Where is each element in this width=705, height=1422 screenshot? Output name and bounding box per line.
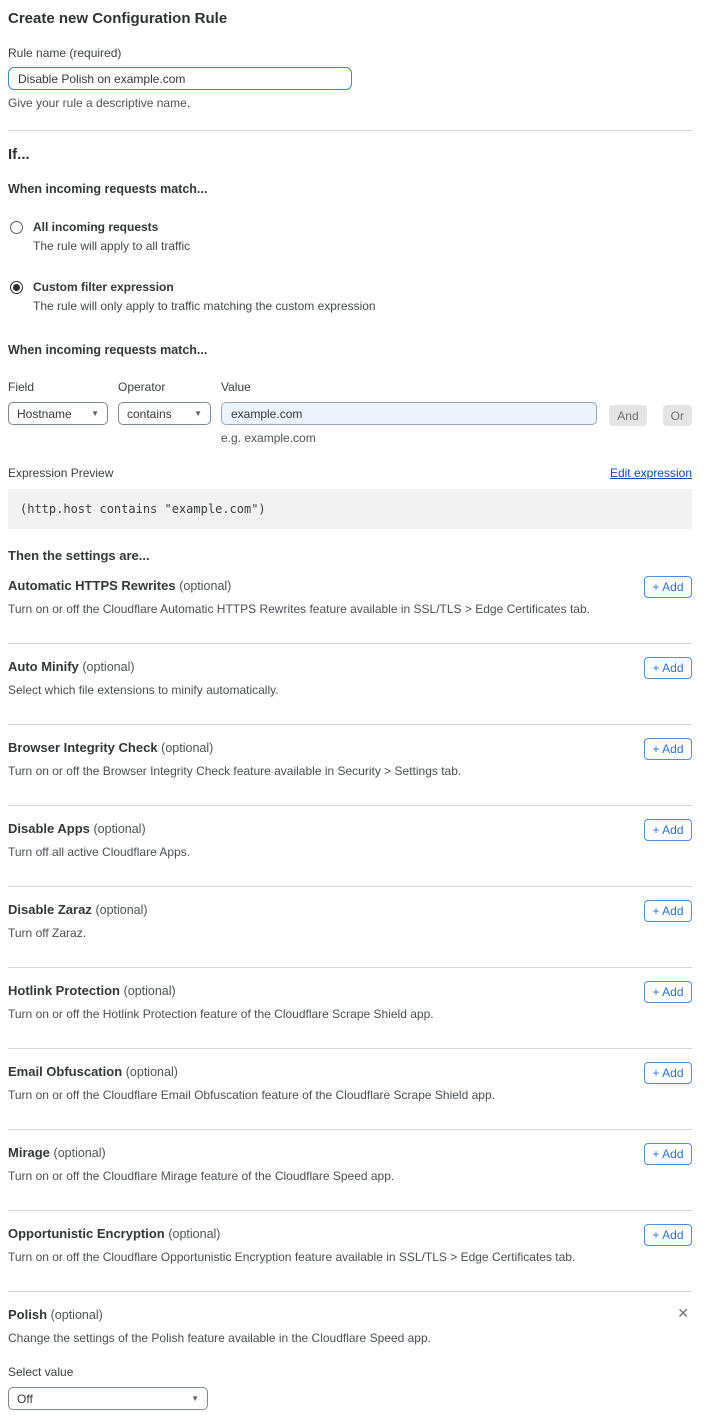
field-select[interactable]: Hostname ▼ (8, 402, 108, 425)
setting-description: Select which file extensions to minify a… (8, 683, 608, 697)
page-title: Create new Configuration Rule (8, 10, 692, 27)
setting-row-polish: Polish (optional) Change the settings of… (8, 1292, 692, 1410)
setting-description: Turn on or off the Cloudflare Opportunis… (8, 1250, 608, 1264)
setting-row-opportunistic-encryption: Opportunistic Encryption (optional) Turn… (8, 1211, 692, 1292)
setting-optional: (optional) (179, 579, 231, 593)
setting-name: Hotlink Protection (8, 983, 120, 998)
and-button[interactable]: And (609, 405, 646, 426)
add-button[interactable]: + Add (644, 738, 692, 760)
value-label: Value (221, 380, 597, 394)
setting-optional: (optional) (95, 903, 147, 917)
setting-row-disable-zaraz: Disable Zaraz (optional) Turn off Zaraz.… (8, 887, 692, 968)
setting-name: Automatic HTTPS Rewrites (8, 578, 176, 593)
polish-select-label: Select value (8, 1365, 692, 1379)
chevron-down-icon: ▼ (91, 409, 99, 418)
polish-value-select[interactable]: Off ▼ (8, 1387, 208, 1410)
rule-name-label: Rule name (required) (8, 46, 692, 60)
setting-name: Browser Integrity Check (8, 740, 158, 755)
radio-label: All incoming requests (33, 220, 190, 234)
builder-heading: When incoming requests match... (8, 343, 692, 357)
setting-description: Turn off all active Cloudflare Apps. (8, 845, 608, 859)
field-select-value: Hostname (17, 407, 72, 421)
radio-all-incoming-text: All incoming requests The rule will appl… (33, 220, 190, 253)
operator-select[interactable]: contains ▼ (118, 402, 211, 425)
radio-label: Custom filter expression (33, 280, 376, 294)
add-button[interactable]: + Add (644, 657, 692, 679)
setting-name: Disable Apps (8, 821, 90, 836)
chevron-down-icon: ▼ (194, 409, 202, 418)
rule-name-helper: Give your rule a descriptive name. (8, 96, 692, 110)
setting-name: Polish (8, 1307, 47, 1322)
setting-name: Opportunistic Encryption (8, 1226, 165, 1241)
setting-name: Auto Minify (8, 659, 79, 674)
rule-name-section: Rule name (required) Give your rule a de… (8, 46, 692, 110)
setting-optional: (optional) (126, 1065, 178, 1079)
radio-unchecked-icon[interactable] (10, 221, 23, 234)
setting-row-browser-integrity-check: Browser Integrity Check (optional) Turn … (8, 725, 692, 806)
radio-custom-filter[interactable]: Custom filter expression The rule will o… (8, 280, 692, 313)
match-heading: When incoming requests match... (8, 182, 692, 196)
radio-description: The rule will only apply to traffic matc… (33, 299, 376, 313)
chevron-down-icon: ▼ (191, 1394, 199, 1403)
polish-select-value: Off (17, 1392, 33, 1406)
setting-optional: (optional) (51, 1308, 103, 1322)
expression-builder-row: Field Hostname ▼ Operator contains ▼ Val… (8, 380, 692, 445)
setting-description: Turn on or off the Cloudflare Mirage fea… (8, 1169, 608, 1183)
field-label: Field (8, 380, 108, 394)
radio-checked-icon[interactable] (10, 281, 23, 294)
add-button[interactable]: + Add (644, 819, 692, 841)
operator-label: Operator (118, 380, 211, 394)
operator-column: Operator contains ▼ (118, 380, 211, 425)
value-column: Value e.g. example.com (221, 380, 597, 445)
setting-row-automatic-https-rewrites: Automatic HTTPS Rewrites (optional) Turn… (8, 563, 692, 644)
radio-custom-filter-text: Custom filter expression The rule will o… (33, 280, 376, 313)
setting-description: Change the settings of the Polish featur… (8, 1331, 608, 1345)
operator-select-value: contains (127, 407, 172, 421)
setting-optional: (optional) (124, 984, 176, 998)
setting-description: Turn on or off the Browser Integrity Che… (8, 764, 608, 778)
and-or-buttons: And Or (609, 405, 692, 426)
expression-preview-header: Expression Preview Edit expression (8, 466, 692, 480)
setting-row-hotlink-protection: Hotlink Protection (optional) Turn on or… (8, 968, 692, 1049)
setting-optional: (optional) (168, 1227, 220, 1241)
add-button[interactable]: + Add (644, 900, 692, 922)
or-button[interactable]: Or (663, 405, 692, 426)
setting-description: Turn off Zaraz. (8, 926, 608, 940)
setting-description: Turn on or off the Cloudflare Automatic … (8, 602, 608, 616)
add-button[interactable]: + Add (644, 981, 692, 1003)
setting-optional: (optional) (82, 660, 134, 674)
radio-all-incoming[interactable]: All incoming requests The rule will appl… (8, 220, 692, 253)
setting-optional: (optional) (161, 741, 213, 755)
if-heading: If... (8, 146, 692, 163)
setting-row-disable-apps: Disable Apps (optional) Turn off all act… (8, 806, 692, 887)
setting-row-auto-minify: Auto Minify (optional) Select which file… (8, 644, 692, 725)
setting-optional: (optional) (54, 1146, 106, 1160)
setting-row-email-obfuscation: Email Obfuscation (optional) Turn on or … (8, 1049, 692, 1130)
setting-description: Turn on or off the Hotlink Protection fe… (8, 1007, 608, 1021)
setting-description: Turn on or off the Cloudflare Email Obfu… (8, 1088, 608, 1102)
setting-optional: (optional) (94, 822, 146, 836)
rule-name-input[interactable] (8, 67, 352, 90)
setting-name: Mirage (8, 1145, 50, 1160)
value-helper: e.g. example.com (221, 431, 597, 445)
setting-name: Email Obfuscation (8, 1064, 122, 1079)
divider (8, 130, 692, 131)
setting-name: Disable Zaraz (8, 902, 92, 917)
add-button[interactable]: + Add (644, 1143, 692, 1165)
add-button[interactable]: + Add (644, 576, 692, 598)
expression-preview-code: (http.host contains "example.com") (8, 489, 692, 529)
value-input[interactable] (221, 402, 597, 425)
then-heading: Then the settings are... (8, 548, 692, 563)
field-column: Field Hostname ▼ (8, 380, 108, 425)
radio-description: The rule will apply to all traffic (33, 239, 190, 253)
close-icon[interactable]: ✕ (677, 1306, 689, 1320)
add-button[interactable]: + Add (644, 1224, 692, 1246)
setting-row-mirage: Mirage (optional) Turn on or off the Clo… (8, 1130, 692, 1211)
edit-expression-link[interactable]: Edit expression (610, 466, 692, 480)
add-button[interactable]: + Add (644, 1062, 692, 1084)
expression-preview-label: Expression Preview (8, 466, 113, 480)
